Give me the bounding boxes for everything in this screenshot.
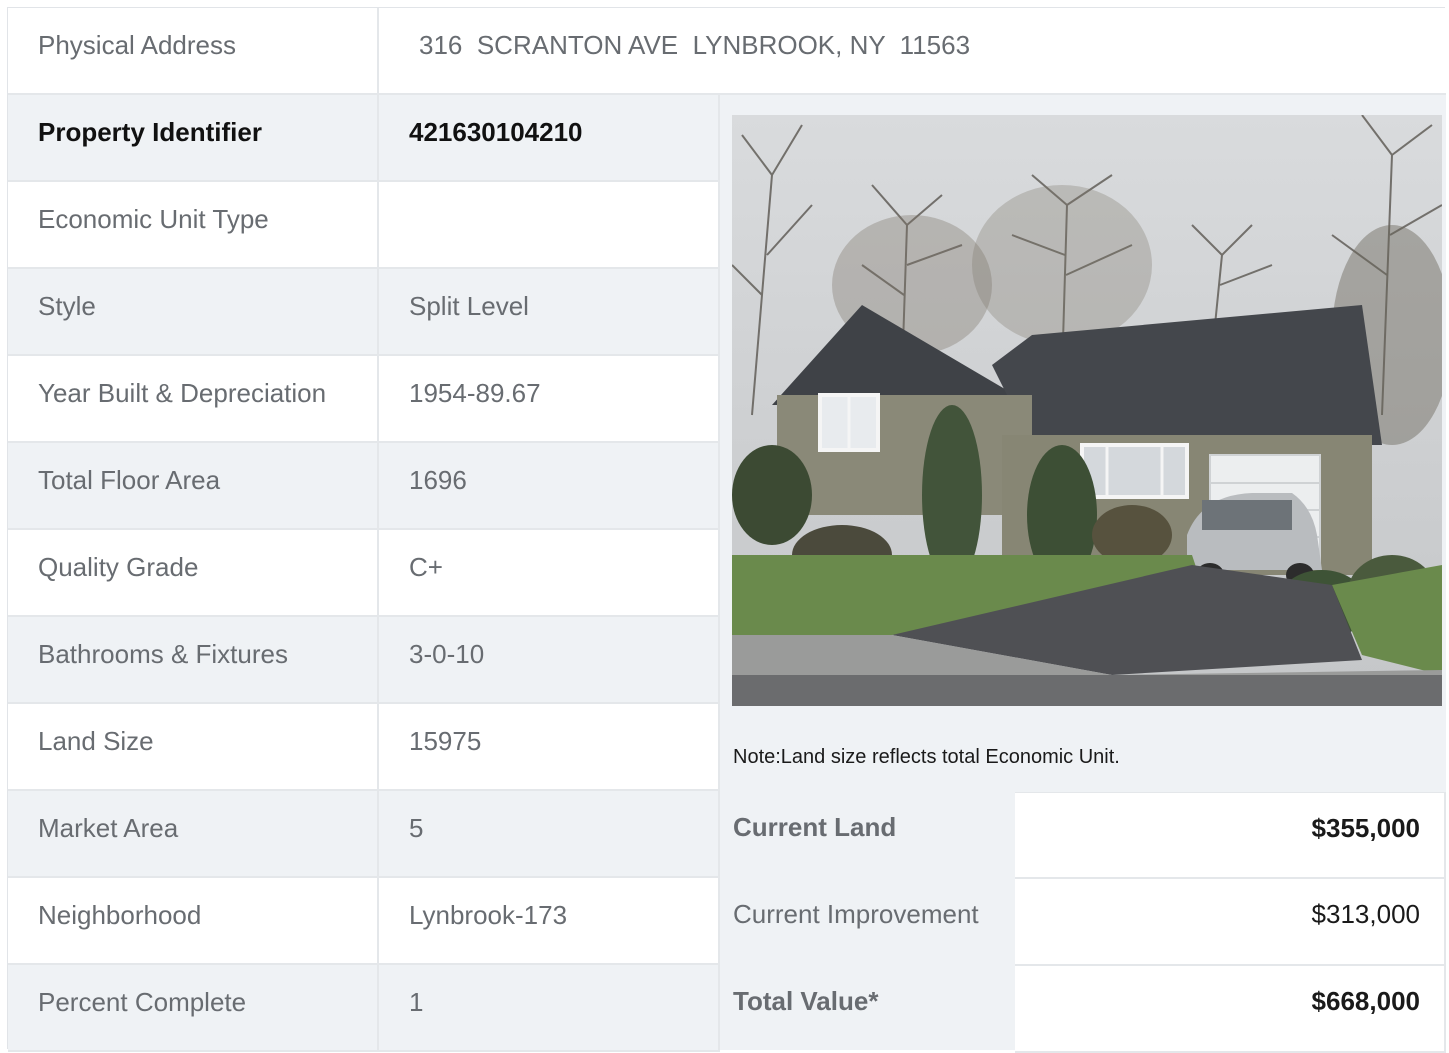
market-area-value: 5 <box>379 791 720 876</box>
detail-row-property-identifier: Property Identifier 421630104210 <box>8 95 720 182</box>
detail-row-percent-complete: Percent Complete 1 <box>8 965 720 1052</box>
year-built-value: 1954-89.67 <box>379 356 720 441</box>
valuation-row-current-improvement: Current Improvement $313,000 <box>720 879 1446 966</box>
quality-grade-value: C+ <box>379 530 720 615</box>
economic-unit-type-label: Economic Unit Type <box>8 182 379 267</box>
bathrooms-label: Bathrooms & Fixtures <box>8 617 379 702</box>
total-value-label: Total Value* <box>733 986 879 1016</box>
total-value-value: $668,000 <box>1015 966 1446 1053</box>
total-floor-area-label: Total Floor Area <box>8 443 379 528</box>
property-photo <box>732 115 1442 706</box>
detail-row-total-floor-area: Total Floor Area 1696 <box>8 443 720 530</box>
economic-unit-type-value <box>379 182 720 267</box>
total-floor-area-value: 1696 <box>379 443 720 528</box>
detail-row-market-area: Market Area 5 <box>8 791 720 878</box>
detail-row-year-built: Year Built & Depreciation 1954-89.67 <box>8 356 720 443</box>
valuation-table: Current Land $355,000 Current Improvemen… <box>720 792 1446 1053</box>
market-area-label: Market Area <box>8 791 379 876</box>
property-record-table: Physical Address 316 SCRANTON AVE LYNBRO… <box>7 7 1446 1053</box>
neighborhood-value: Lynbrook-173 <box>379 878 720 963</box>
land-size-note: Note:Land size reflects total Economic U… <box>733 746 1120 768</box>
land-size-label: Land Size <box>8 704 379 789</box>
physical-address-row: Physical Address 316 SCRANTON AVE LYNBRO… <box>8 8 1446 95</box>
valuation-row-total-value: Total Value* $668,000 <box>720 966 1446 1053</box>
photo-and-valuation-panel: Note:Land size reflects total Economic U… <box>720 95 1446 1053</box>
detail-row-bathrooms: Bathrooms & Fixtures 3-0-10 <box>8 617 720 704</box>
detail-row-land-size: Land Size 15975 <box>8 704 720 791</box>
current-improvement-label: Current Improvement <box>733 899 979 929</box>
percent-complete-label: Percent Complete <box>8 965 379 1050</box>
year-built-label: Year Built & Depreciation <box>8 356 379 441</box>
detail-row-neighborhood: Neighborhood Lynbrook-173 <box>8 878 720 965</box>
land-size-value: 15975 <box>379 704 720 789</box>
valuation-row-current-land: Current Land $355,000 <box>720 792 1446 879</box>
style-value: Split Level <box>379 269 720 354</box>
current-land-label: Current Land <box>733 812 897 842</box>
house-photo-illustration <box>732 115 1442 706</box>
current-land-value: $355,000 <box>1015 792 1446 879</box>
property-identifier-label: Property Identifier <box>8 95 379 180</box>
style-label: Style <box>8 269 379 354</box>
property-details-table: Property Identifier 421630104210 Economi… <box>8 95 720 1052</box>
physical-address-value: 316 SCRANTON AVE LYNBROOK, NY 11563 <box>419 30 971 60</box>
detail-row-quality-grade: Quality Grade C+ <box>8 530 720 617</box>
detail-row-economic-unit-type: Economic Unit Type <box>8 182 720 269</box>
property-identifier-value: 421630104210 <box>379 95 720 180</box>
percent-complete-value: 1 <box>379 965 720 1050</box>
physical-address-label: Physical Address <box>8 8 379 93</box>
neighborhood-label: Neighborhood <box>8 878 379 963</box>
quality-grade-label: Quality Grade <box>8 530 379 615</box>
bathrooms-value: 3-0-10 <box>379 617 720 702</box>
current-improvement-value: $313,000 <box>1015 879 1446 966</box>
detail-row-style: Style Split Level <box>8 269 720 356</box>
